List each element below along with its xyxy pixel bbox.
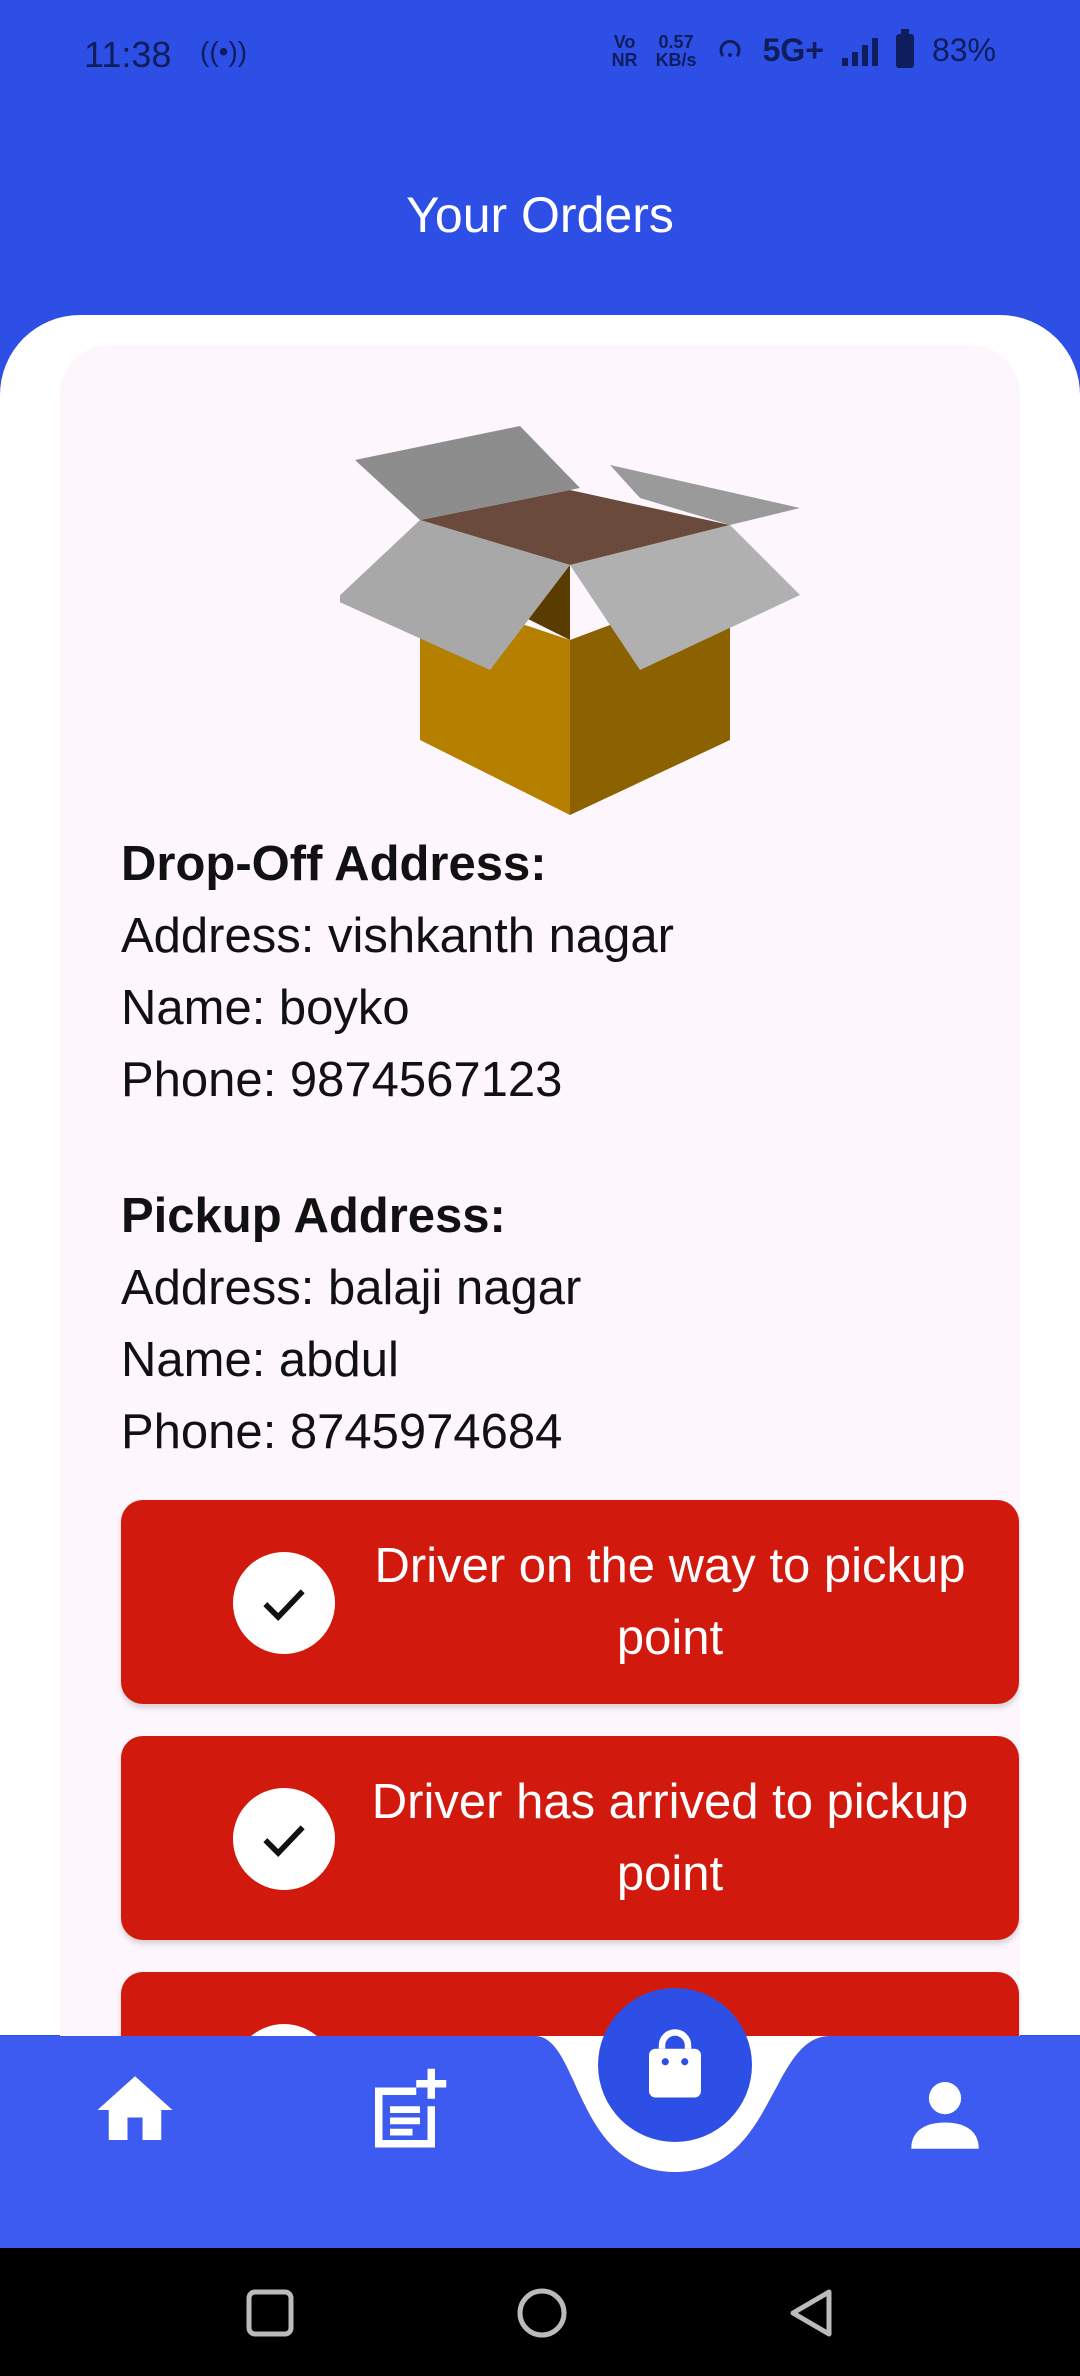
status-icons: Vo NR 0.57 KB/s 5G+ 83% [611, 28, 996, 70]
network-type: 5G+ [762, 32, 824, 68]
net-speed-unit: KB/s [655, 49, 697, 70]
person-icon[interactable] [900, 2070, 990, 2160]
parcel-box-illustration [340, 426, 800, 815]
shopping-bag-icon [649, 2029, 701, 2098]
signal-icon [841, 36, 878, 66]
recents-icon[interactable] [245, 2288, 295, 2338]
home-circle-icon[interactable] [515, 2286, 569, 2340]
status-driver-on-the-way-button[interactable]: Driver on the way to pickup point [121, 1500, 1019, 1704]
orders-fab[interactable] [598, 1988, 752, 2142]
home-icon[interactable] [90, 2065, 180, 2155]
back-icon[interactable] [785, 2286, 839, 2340]
dropoff-address: Address: vishkanth nagar [121, 909, 674, 963]
dropoff-heading: Drop-Off Address: [121, 837, 547, 891]
page-title: Your Orders [406, 187, 674, 243]
status-bar: 11:38 ((•)) Vo NR 0.57 KB/s 5G+ 83% [0, 0, 1080, 110]
system-navigation-bar [0, 2248, 1080, 2376]
net-speed-value: 0.57 [658, 31, 694, 52]
dropoff-phone: Phone: 9874567123 [121, 1053, 563, 1107]
hotspot-status-icon [719, 39, 741, 57]
status-time: 11:38 [84, 34, 172, 75]
status-label: Driver has arrived to pickup point [371, 1775, 969, 1901]
status-label: Driver on the way to pickup point [374, 1539, 966, 1665]
battery-level: 83% [931, 32, 996, 68]
check-icon [233, 1788, 335, 1890]
status-driver-arrived-button[interactable]: Driver has arrived to pickup point [121, 1736, 1019, 1940]
pickup-heading: Pickup Address: [121, 1189, 506, 1243]
volte-indicator: Vo NR [611, 31, 638, 70]
dropoff-name: Name: boyko [121, 981, 410, 1035]
add-note-icon[interactable] [360, 2065, 450, 2155]
pickup-phone: Phone: 8745974684 [121, 1405, 563, 1459]
hotspot-icon: ((•)) [200, 36, 248, 67]
check-icon [233, 1552, 335, 1654]
net-speed: 0.57 KB/s [656, 33, 697, 69]
pickup-name: Name: abdul [121, 1333, 399, 1387]
battery-icon [895, 28, 914, 68]
dropoff-section: Drop-Off Address: Address: vishkanth nag… [121, 828, 674, 1116]
pickup-section: Pickup Address: Address: balaji nagar Na… [121, 1180, 581, 1468]
pickup-address: Address: balaji nagar [121, 1261, 582, 1315]
